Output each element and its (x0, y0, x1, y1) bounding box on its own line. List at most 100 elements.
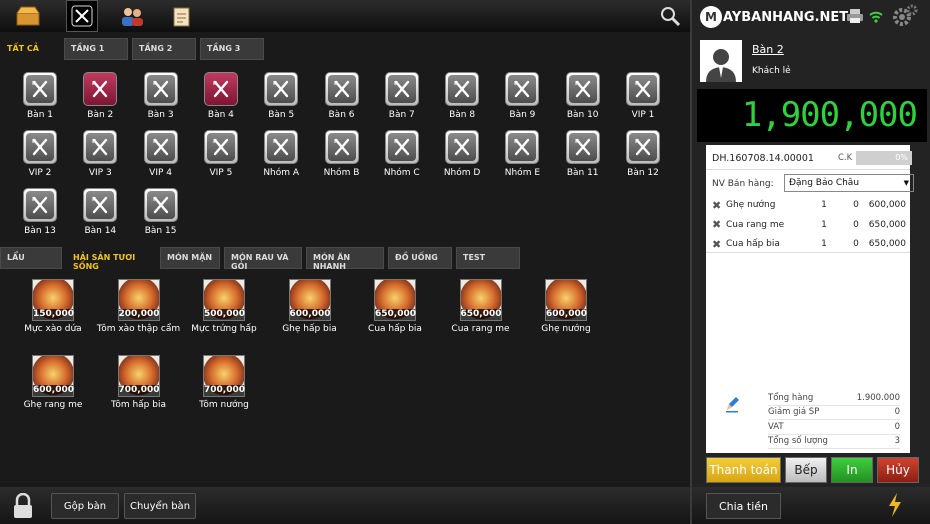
fork-knife-icon (203, 130, 238, 164)
food-item-ghe-nuong[interactable]: 600,000 Ghẹ nướng (521, 279, 611, 334)
table-ban-11[interactable]: Bàn 11 (553, 130, 613, 178)
move-table-button[interactable]: Chuyển bàn (124, 493, 196, 519)
tab-do-uong[interactable]: ĐỒ UỐNG (388, 247, 452, 269)
table-nhom-d[interactable]: Nhóm D (432, 130, 492, 178)
food-item-ghe-rang-me[interactable]: 600,000 Ghẹ rang me (8, 355, 98, 410)
tab-mon-rau-va-goi[interactable]: MÓN RAU VÀ GỎI (224, 247, 302, 271)
split-bill-button[interactable]: Chia tiền (706, 493, 781, 519)
current-table-link[interactable]: Bàn 2 (752, 43, 784, 56)
box-icon[interactable] (8, 0, 48, 32)
printer-icon[interactable] (846, 8, 864, 27)
table-vip-1[interactable]: VIP 1 (613, 72, 673, 120)
food-item-ghe-hap-bia[interactable]: 600,000 Ghẹ hấp bia (265, 279, 355, 334)
fork-knife-icon (86, 133, 115, 161)
staff-select[interactable]: Đặng Bảo Châu ▼ (784, 174, 914, 192)
table-ban-12[interactable]: Bàn 12 (613, 130, 673, 178)
tab-hai-san-tuoi-song[interactable]: HẢI SẢN TƯƠI SỐNG (66, 247, 156, 271)
fork-knife-icon (629, 75, 657, 103)
table-ban-6[interactable]: Bàn 6 (312, 72, 372, 120)
tab-tang-3[interactable]: TẦNG 3 (200, 38, 264, 60)
table-vip-2[interactable]: VIP 2 (10, 130, 70, 178)
table-vip-5[interactable]: VIP 5 (191, 130, 251, 178)
avatar (700, 40, 742, 82)
table-ban-8[interactable]: Bàn 8 (432, 72, 492, 120)
remove-x-icon[interactable]: ✖ (712, 238, 726, 251)
tab-test[interactable]: TEST (456, 247, 520, 269)
table-ban-9[interactable]: Bàn 9 (492, 72, 552, 120)
table-label: Nhóm E (504, 168, 541, 178)
clipboard-icon[interactable] (162, 0, 202, 32)
food-item-muc-trung-hap[interactable]: 500,000 Mực trứng hấp (179, 279, 269, 334)
lock-icon[interactable] (12, 492, 34, 522)
wifi-icon (868, 8, 884, 27)
table-nhom-e[interactable]: Nhóm E (492, 130, 552, 178)
settings-gear-icon[interactable] (892, 4, 918, 31)
order-row[interactable]: ✖ Ghẹ nướng 1 0 600,000 (712, 196, 906, 214)
table-vip-3[interactable]: VIP 3 (70, 130, 130, 178)
order-item-discount: 0 (853, 200, 859, 210)
fork-knife-icon (445, 130, 480, 164)
remove-x-icon[interactable]: ✖ (712, 218, 726, 231)
search-icon[interactable] (650, 0, 690, 32)
tab-tang-2[interactable]: TẦNG 2 (132, 38, 196, 60)
food-image: 600,000 (545, 279, 587, 321)
table-label: Bàn 11 (566, 168, 599, 178)
table-label: Bàn 1 (27, 110, 53, 120)
food-price: 200,000 (118, 309, 160, 320)
lightning-icon[interactable] (887, 492, 903, 521)
table-ban-13[interactable]: Bàn 13 (10, 188, 70, 236)
table-label: Bàn 5 (268, 110, 295, 120)
table-ban-10[interactable]: Bàn 10 (553, 72, 613, 120)
table-ban-5[interactable]: Bàn 5 (251, 72, 311, 120)
discount-label: C.K (838, 153, 853, 163)
order-row[interactable]: ✖ Cua rang me 1 0 650,000 (712, 216, 906, 234)
table-vip-4[interactable]: VIP 4 (131, 130, 191, 178)
fork-knife-icon[interactable] (66, 0, 98, 32)
food-image: 200,000 (117, 279, 160, 321)
print-button[interactable]: In (831, 457, 873, 483)
edit-pencil-icon[interactable] (724, 395, 740, 416)
users-icon[interactable] (112, 0, 152, 32)
table-nhom-a[interactable]: Nhóm A (251, 130, 311, 178)
top-toolbar (0, 0, 690, 32)
tab-lau[interactable]: LẨU (0, 247, 62, 269)
floor-tabs: TẤT CẢ TẦNG 1 TẦNG 2 TẦNG 3 (0, 38, 268, 62)
pay-button[interactable]: Thanh toán (706, 457, 781, 483)
tab-mon-man[interactable]: MÓN MẶN (160, 247, 220, 269)
table-nhom-b[interactable]: Nhóm B (312, 130, 372, 178)
food-item-cua-rang-me[interactable]: 650,000 Cua rang me (436, 279, 526, 334)
food-name: Tôm xào thập cẩm (96, 324, 181, 334)
order-item-discount: 0 (853, 239, 859, 249)
table-ban-15[interactable]: Bàn 15 (131, 188, 191, 236)
food-item-tom-nuong[interactable]: 700,000 Tôm nướng (179, 355, 269, 410)
food-item-tom-hap-bia[interactable]: 700,000 Tôm hấp bia (94, 355, 184, 410)
fork-knife-icon (508, 133, 537, 161)
customer-card[interactable]: Bàn 2 Khách lẻ (700, 40, 924, 84)
food-item-muc-xao-dua[interactable]: 150,000 Mực xào dứa (8, 279, 98, 334)
table-ban-4[interactable]: Bàn 4 (191, 72, 251, 120)
table-nhom-c[interactable]: Nhóm C (372, 130, 432, 178)
remove-x-icon[interactable]: ✖ (712, 199, 726, 212)
discount-input[interactable]: 0% (856, 151, 912, 165)
food-item-cua-hap-bia[interactable]: 650,000 Cua hấp bia (350, 279, 440, 334)
table-ban-3[interactable]: Bàn 3 (131, 72, 191, 120)
kitchen-button[interactable]: Bếp (785, 457, 827, 483)
order-item-qty: 1 (821, 200, 827, 210)
summary-divider (768, 433, 900, 435)
summary-value: 0 (894, 407, 900, 418)
food-price: 500,000 (204, 309, 245, 320)
table-ban-14[interactable]: Bàn 14 (70, 188, 130, 236)
merge-table-button[interactable]: Gộp bàn (51, 493, 119, 519)
table-ban-1[interactable]: Bàn 1 (10, 72, 70, 120)
food-item-tom-xao-thap-cam[interactable]: 200,000 Tôm xào thập cẩm (94, 279, 184, 334)
order-row[interactable]: ✖ Cua hấp bia 1 0 650,000 (712, 235, 906, 253)
table-ban-2[interactable]: Bàn 2 (70, 72, 130, 120)
tab-tat-ca[interactable]: TẤT CẢ (0, 38, 60, 60)
food-image: 500,000 (203, 279, 245, 321)
cancel-button[interactable]: Hủy (877, 457, 919, 483)
tab-mon-an-nhanh[interactable]: MÓN ĂN NHANH (306, 247, 384, 271)
fork-knife-icon (327, 75, 356, 103)
table-ban-7[interactable]: Bàn 7 (372, 72, 432, 120)
tab-tang-1[interactable]: TẦNG 1 (64, 38, 128, 60)
fork-knife-icon (203, 72, 238, 106)
